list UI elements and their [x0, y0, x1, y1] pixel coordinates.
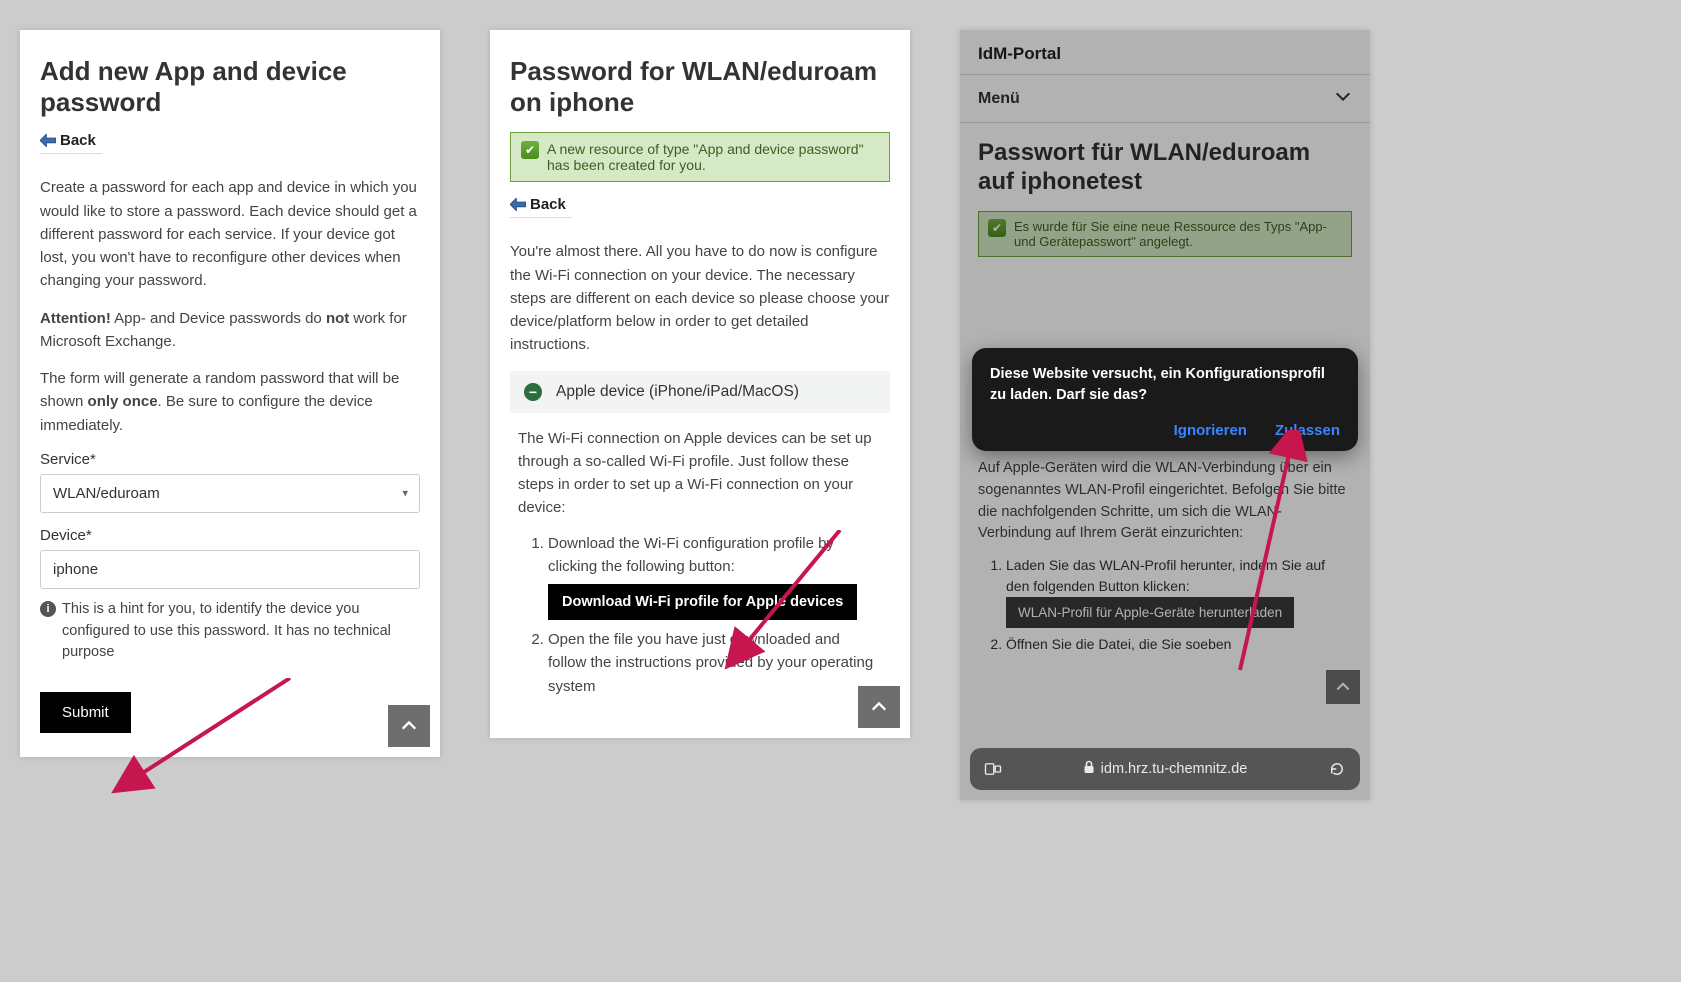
- service-select-wrap: WLAN/eduroam ▾: [40, 474, 420, 513]
- accordion-apple-header[interactable]: − Apple device (iPhone/iPad/MacOS): [510, 371, 890, 413]
- lock-icon: [1083, 760, 1095, 778]
- url-display: idm.hrz.tu-chemnitz.de: [1016, 760, 1314, 778]
- info-icon: i: [40, 601, 56, 617]
- checkmark-icon: ✔: [521, 141, 539, 159]
- accordion-apple-body: The Wi-Fi connection on Apple devices ca…: [510, 413, 890, 714]
- success-banner: ✔ Es wurde für Sie eine neue Ressource d…: [978, 211, 1352, 257]
- device-hint: i This is a hint for you, to identify th…: [40, 599, 420, 664]
- arrow-left-icon: [40, 134, 56, 148]
- step-1: Download the Wi-Fi configuration profile…: [548, 532, 882, 621]
- dialog-allow-button[interactable]: Zulassen: [1275, 422, 1340, 439]
- chevron-down-icon: [1334, 87, 1352, 110]
- ios-config-profile-dialog: Diese Website versucht, ein Konfiguratio…: [972, 348, 1358, 451]
- success-banner: ✔ A new resource of type "App and device…: [510, 132, 890, 182]
- accordion-title: Apple device (iPhone/iPad/MacOS): [556, 383, 799, 401]
- panel-add-password: Add new App and device password Back Cre…: [20, 30, 440, 757]
- back-link[interactable]: Back: [40, 132, 102, 154]
- back-label: Back: [530, 196, 566, 213]
- menu-toggle[interactable]: Menü: [960, 74, 1370, 123]
- attention-label: Attention!: [40, 310, 111, 327]
- service-select[interactable]: WLAN/eduroam: [40, 474, 420, 513]
- submit-button[interactable]: Submit: [40, 692, 131, 733]
- apple-intro: The Wi-Fi connection on Apple devices ca…: [518, 427, 882, 520]
- dialog-message: Diese Website versucht, ein Konfiguratio…: [990, 364, 1340, 406]
- chevron-up-icon: [1335, 679, 1351, 695]
- screenshot-row: Add new App and device password Back Cre…: [20, 30, 1661, 800]
- annotation-arrow-icon: [110, 678, 310, 798]
- safari-url-bar[interactable]: idm.hrz.tu-chemnitz.de: [970, 748, 1360, 790]
- panel-wlan-password: Password for WLAN/eduroam on iphone ✔ A …: [490, 30, 910, 738]
- scroll-to-top-button[interactable]: [858, 686, 900, 728]
- scroll-to-top-button[interactable]: [1326, 670, 1360, 704]
- step-2: Öffnen Sie die Datei, die Sie soeben: [1006, 634, 1352, 655]
- random-note: The form will generate a random password…: [40, 367, 420, 437]
- scroll-to-top-button[interactable]: [388, 705, 430, 747]
- chevron-up-icon: [870, 698, 888, 716]
- arrow-left-icon: [510, 198, 526, 212]
- device-label: Device*: [40, 527, 420, 544]
- attention-text: Attention! App- and Device passwords do …: [40, 307, 420, 354]
- collapse-icon: −: [524, 383, 542, 401]
- panel-phone-dialog: IdM-Portal Menü Passwort für WLAN/eduroa…: [960, 30, 1370, 800]
- heading: Password for WLAN/eduroam on iphone: [510, 56, 890, 118]
- back-link[interactable]: Back: [510, 196, 572, 218]
- device-input[interactable]: [40, 550, 420, 589]
- reader-icon: [984, 760, 1002, 778]
- step-1: Laden Sie das WLAN-Profil herunter, inde…: [1006, 555, 1352, 628]
- dialog-ignore-button[interactable]: Ignorieren: [1174, 422, 1247, 439]
- download-wifi-profile-button[interactable]: WLAN-Profil für Apple-Geräte herunterlad…: [1006, 597, 1294, 628]
- dialog-actions: Ignorieren Zulassen: [990, 422, 1340, 439]
- download-wifi-profile-button[interactable]: Download Wi-Fi profile for Apple devices: [548, 584, 857, 620]
- step-2: Open the file you have just downloaded a…: [548, 628, 882, 698]
- apple-intro: Auf Apple-Geräten wird die WLAN-Verbindu…: [978, 458, 1352, 545]
- attention-not: not: [326, 310, 349, 327]
- heading: Add new App and device password: [40, 56, 420, 118]
- intro-text: Create a password for each app and devic…: [40, 176, 420, 292]
- chevron-up-icon: [400, 717, 418, 735]
- heading: Passwort für WLAN/eduroam auf iphonetest: [978, 139, 1352, 197]
- intro-text: You're almost there. All you have to do …: [510, 240, 890, 356]
- back-label: Back: [60, 132, 96, 149]
- portal-title: IdM-Portal: [960, 30, 1370, 74]
- checkmark-icon: ✔: [988, 219, 1006, 237]
- service-label: Service*: [40, 451, 420, 468]
- reload-icon[interactable]: [1328, 760, 1346, 778]
